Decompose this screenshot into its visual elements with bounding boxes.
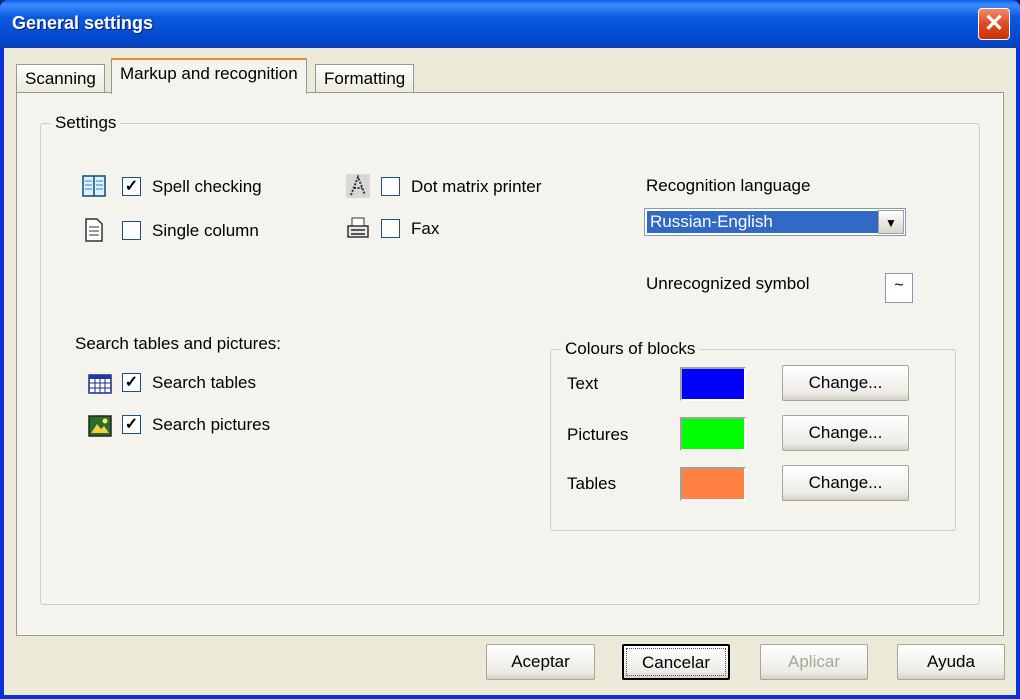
window-title: General settings [12,13,154,33]
tab-scanning[interactable]: Scanning [16,64,105,94]
checkmark-icon: ✓ [124,416,139,433]
apply-button[interactable]: Aplicar [760,644,868,680]
tab-markup-and-recognition[interactable]: Markup and recognition [111,58,307,94]
search-pictures-label: Search pictures [152,415,271,434]
search-tables-checkbox[interactable]: ✓ [122,373,141,392]
title-bar[interactable]: General settings ✕ [0,0,1020,48]
dotted-letter-icon [346,174,370,198]
recognition-language-value: Russian-English [647,211,879,233]
checkmark-icon: ✓ [124,374,139,391]
change-pictures-colour-button[interactable]: Change... [782,415,909,451]
accept-button[interactable]: Aceptar [486,644,595,680]
colour-swatch-text [680,367,746,401]
single-column-checkbox[interactable] [122,221,141,240]
search-tables-label: Search tables [152,373,256,392]
single-column-label: Single column [152,221,259,240]
colour-tables-label: Tables [567,474,617,493]
spell-checking-checkbox[interactable]: ✓ [122,177,141,196]
dot-matrix-printer-checkbox[interactable] [381,177,400,196]
fax-icon [347,217,369,238]
fax-label: Fax [411,219,440,238]
recognition-language-label: Recognition language [646,176,811,195]
tab-formatting[interactable]: Formatting [315,64,415,94]
unrecognized-symbol-input[interactable]: ~ [885,273,913,303]
settings-group-label: Settings [51,113,121,133]
colour-swatch-tables [680,467,746,501]
change-tables-colour-button[interactable]: Change... [782,465,909,501]
settings-window: General settings ✕ Scanning Markup and r… [0,0,1020,699]
change-text-colour-button[interactable]: Change... [782,365,909,401]
picture-icon [88,415,112,437]
colours-group-label: Colours of blocks [561,339,700,359]
help-button[interactable]: Ayuda [897,644,1005,680]
unrecognized-symbol-label: Unrecognized symbol [646,274,810,293]
tab-formatting-label: Formatting [324,69,406,88]
spell-checking-label: Spell checking [152,177,262,196]
cancel-button[interactable]: Cancelar [622,644,730,680]
colour-text-label: Text [567,374,599,393]
close-button[interactable]: ✕ [978,8,1010,40]
chevron-down-icon: ▼ [885,216,897,230]
dropdown-button[interactable]: ▼ [878,210,904,234]
book-icon [82,175,106,197]
colour-swatch-pictures [680,417,746,451]
search-pictures-checkbox[interactable]: ✓ [122,415,141,434]
document-icon [85,218,103,242]
recognition-language-select[interactable]: Russian-English ▼ [644,208,906,236]
checkmark-icon: ✓ [124,178,139,195]
tab-scanning-label: Scanning [25,69,96,88]
colour-pictures-label: Pictures [567,425,629,444]
tab-markup-label: Markup and recognition [120,64,298,83]
close-icon: ✕ [983,10,1005,37]
dot-matrix-printer-label: Dot matrix printer [411,177,542,196]
fax-checkbox[interactable] [381,219,400,238]
dialog-body: Scanning Markup and recognition Formatti… [4,48,1016,695]
search-section-label: Search tables and pictures: [75,334,282,353]
table-icon [88,374,112,394]
